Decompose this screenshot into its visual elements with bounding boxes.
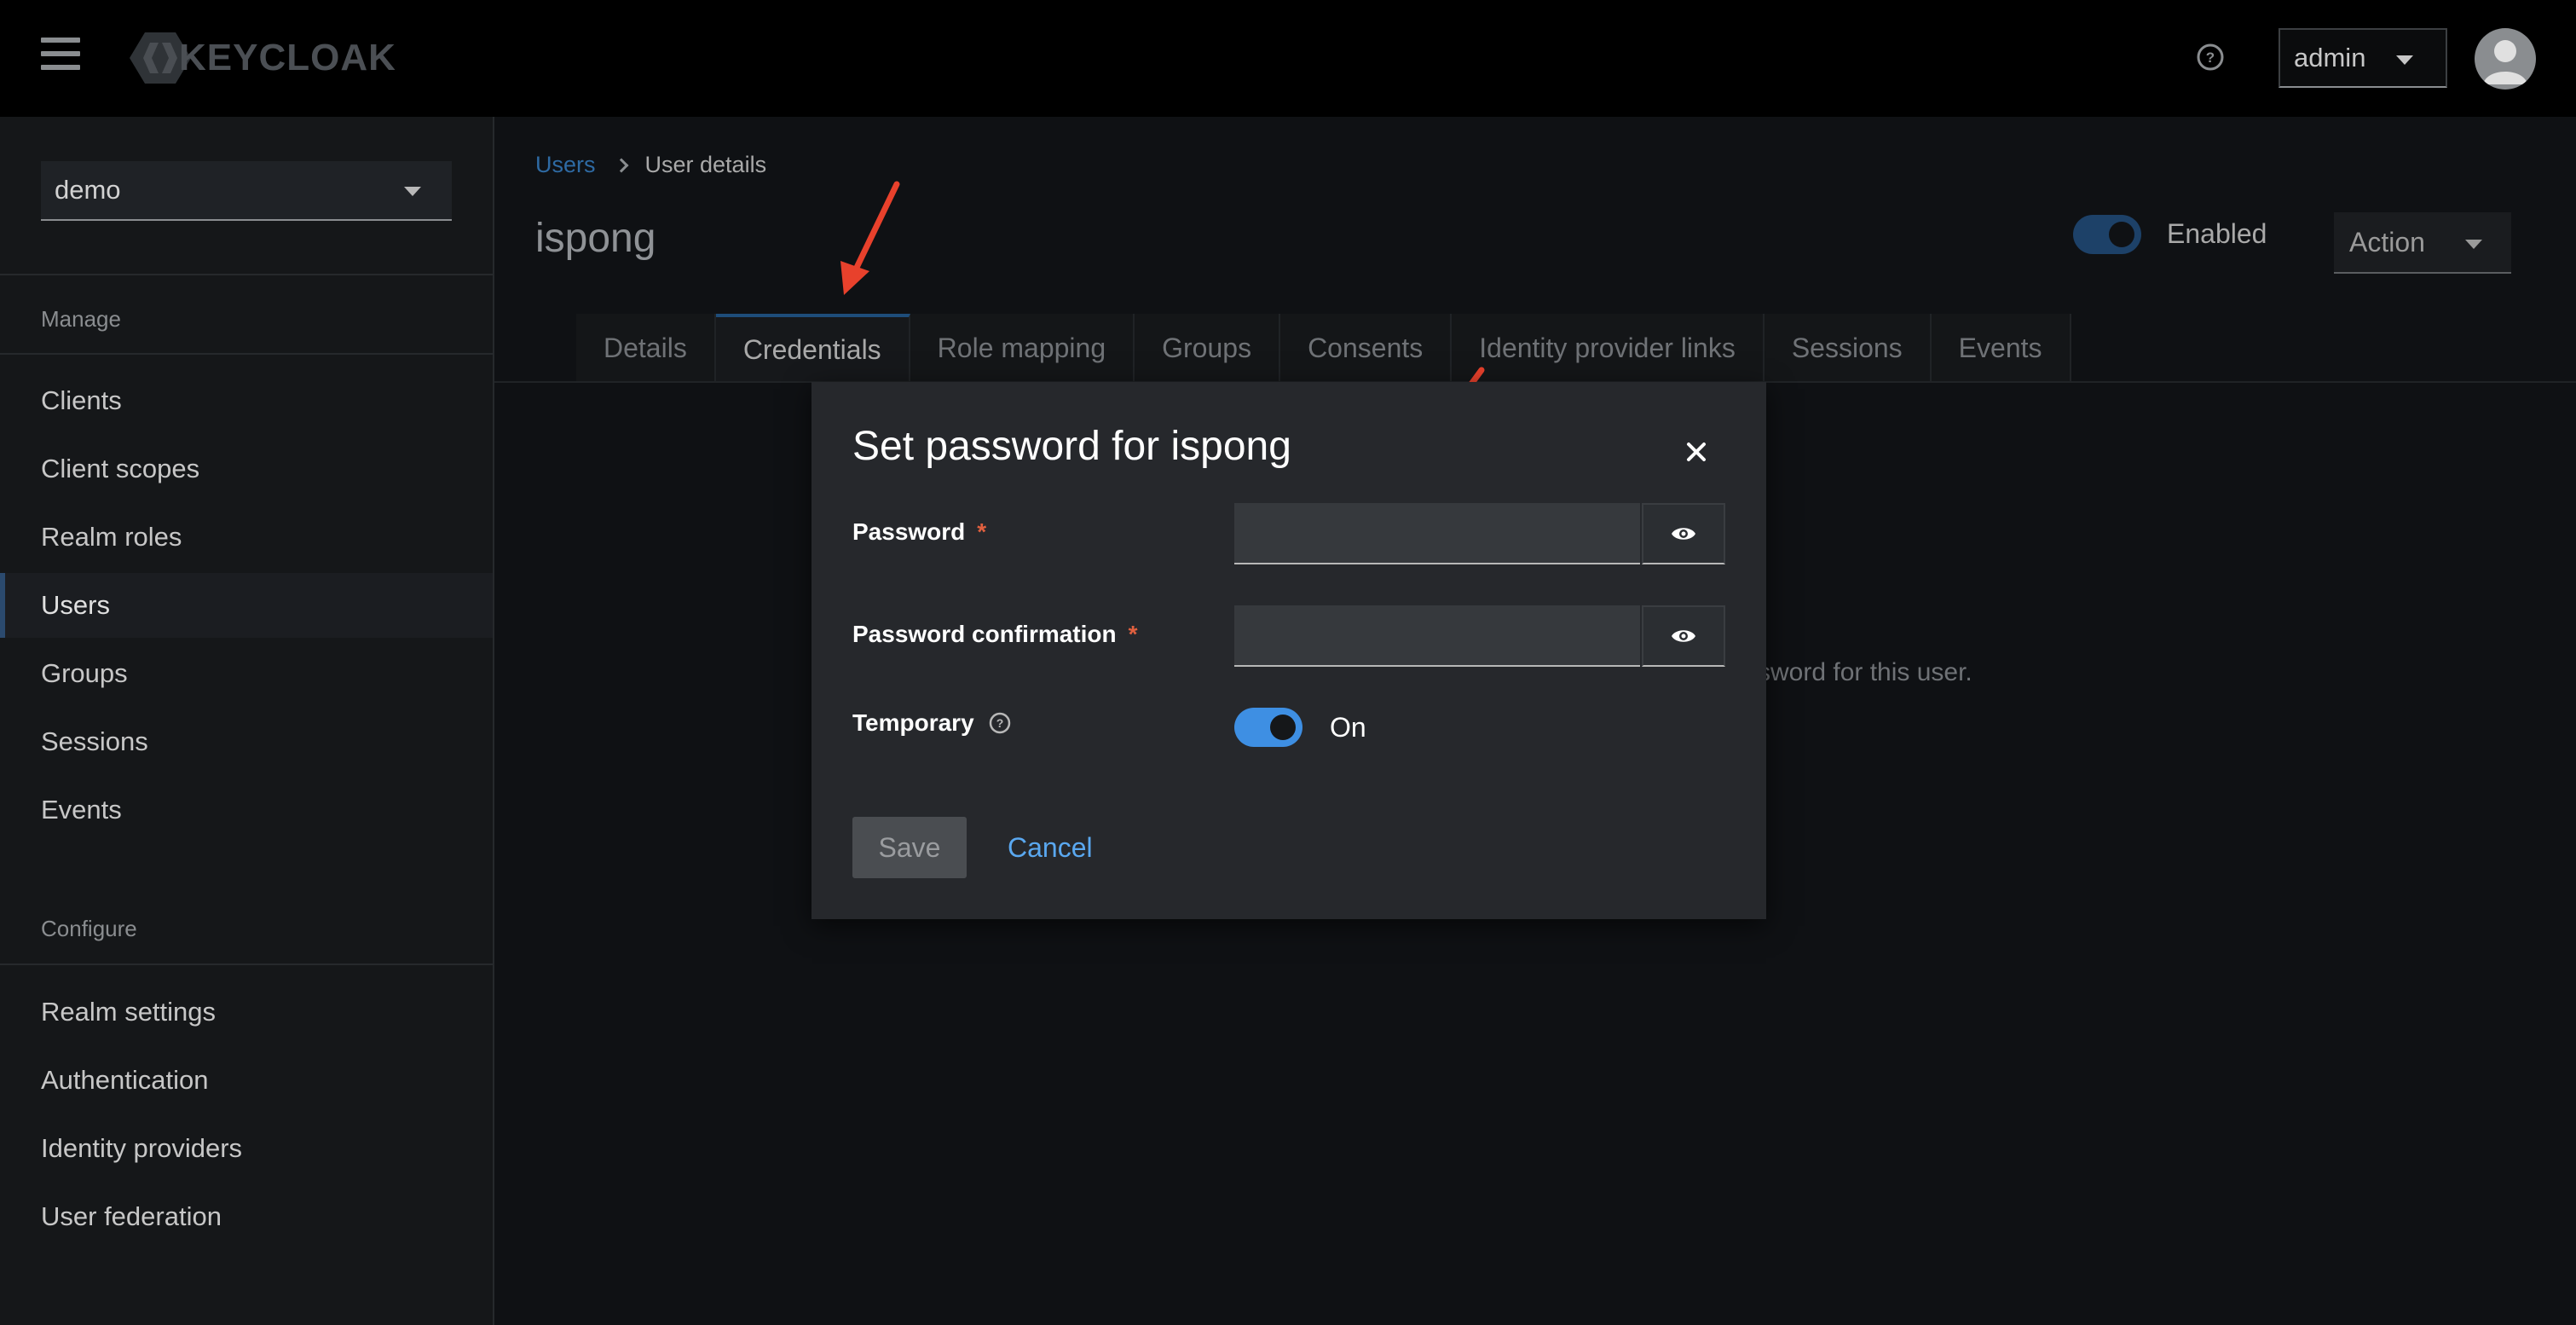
close-icon[interactable]	[1683, 438, 1710, 466]
user-avatar-icon	[2483, 40, 2527, 84]
required-indicator: *	[977, 518, 987, 545]
required-indicator: *	[1128, 621, 1138, 647]
help-icon[interactable]: ?	[2196, 43, 2225, 72]
enabled-toggle[interactable]	[2073, 215, 2141, 254]
tab-identity-provider-links[interactable]: Identity provider links	[1452, 314, 1765, 382]
show-password-button[interactable]	[1642, 503, 1725, 564]
page-title: ispong	[535, 216, 656, 261]
tab-sessions[interactable]: Sessions	[1764, 314, 1932, 382]
sidebar-item-events[interactable]: Events	[0, 778, 493, 842]
nav-section-configure: Configure	[41, 916, 137, 941]
chevron-down-icon	[2465, 240, 2482, 249]
sidebar-item-authentication[interactable]: Authentication	[0, 1048, 493, 1113]
realm-selector[interactable]: demo	[41, 161, 452, 221]
sidebar-divider	[0, 353, 493, 355]
tab-role-mapping[interactable]: Role mapping	[910, 314, 1135, 382]
toggle-knob	[2109, 222, 2134, 247]
sidebar-divider	[0, 274, 493, 275]
chevron-down-icon	[404, 187, 421, 196]
sidebar: demo Manage Clients Client scopes Realm …	[0, 117, 494, 1325]
password-label-text: Password	[852, 518, 966, 545]
eye-icon	[1672, 630, 1695, 642]
sidebar-item-clients[interactable]: Clients	[0, 368, 493, 433]
chevron-down-icon	[2396, 55, 2413, 65]
keycloak-logo[interactable]: KEYCLOAK	[130, 31, 396, 85]
sidebar-divider	[0, 963, 493, 965]
nav-section-manage: Manage	[41, 306, 121, 332]
tab-events[interactable]: Events	[1931, 314, 2071, 382]
breadcrumb-users-link[interactable]: Users	[535, 152, 596, 178]
hamburger-menu-icon[interactable]	[41, 38, 80, 75]
set-password-modal: Set password for ispong Password * Passw…	[811, 382, 1766, 919]
modal-title: Set password for ispong	[852, 424, 1291, 469]
masthead: KEYCLOAK ? admin	[0, 0, 2576, 117]
eye-icon	[1672, 528, 1695, 540]
user-tabs: Details Credentials Role mapping Groups …	[576, 314, 2071, 382]
tab-groups[interactable]: Groups	[1135, 314, 1281, 382]
sidebar-item-sessions[interactable]: Sessions	[0, 709, 493, 774]
sidebar-item-users[interactable]: Users	[0, 573, 493, 638]
credentials-empty-text: sword for this user.	[1758, 658, 1972, 686]
chevron-right-icon	[614, 158, 629, 172]
password-label: Password *	[852, 518, 986, 546]
temporary-toggle[interactable]	[1234, 708, 1302, 747]
breadcrumb-current: User details	[644, 152, 767, 177]
sidebar-item-groups[interactable]: Groups	[0, 641, 493, 706]
cancel-button[interactable]: Cancel	[1008, 832, 1093, 864]
tab-credentials[interactable]: Credentials	[715, 314, 910, 382]
save-button[interactable]: Save	[852, 817, 967, 878]
sidebar-item-client-scopes[interactable]: Client scopes	[0, 437, 493, 501]
svg-text:?: ?	[2206, 49, 2215, 66]
breadcrumb: Users User details	[535, 152, 766, 178]
annotation-arrow-icon	[840, 181, 900, 295]
sidebar-item-realm-roles[interactable]: Realm roles	[0, 505, 493, 570]
tab-details[interactable]: Details	[576, 314, 716, 382]
password-confirmation-input[interactable]	[1234, 605, 1640, 667]
realm-selector-label: demo	[55, 175, 121, 205]
action-dropdown-label: Action	[2349, 226, 2425, 257]
action-dropdown[interactable]: Action	[2334, 212, 2511, 274]
password-confirmation-label: Password confirmation *	[852, 621, 1138, 648]
svg-text:?: ?	[996, 716, 1003, 730]
sidebar-item-identity-providers[interactable]: Identity providers	[0, 1116, 493, 1181]
temporary-label: Temporary ?	[852, 709, 1012, 737]
password-confirmation-label-text: Password confirmation	[852, 621, 1117, 647]
temporary-state-label: On	[1330, 712, 1366, 743]
enabled-label: Enabled	[2167, 218, 2267, 249]
toggle-knob	[1270, 715, 1296, 740]
help-icon[interactable]: ?	[988, 711, 1012, 735]
avatar[interactable]	[2475, 28, 2536, 90]
show-password-confirmation-button[interactable]	[1642, 605, 1725, 667]
user-menu-label: admin	[2294, 43, 2366, 72]
sidebar-item-user-federation[interactable]: User federation	[0, 1184, 493, 1249]
user-menu-dropdown[interactable]: admin	[2279, 28, 2447, 88]
sidebar-item-realm-settings[interactable]: Realm settings	[0, 980, 493, 1044]
password-input[interactable]	[1234, 503, 1640, 564]
logo-text: KEYCLOAK	[179, 37, 396, 78]
temporary-label-text: Temporary	[852, 709, 974, 736]
